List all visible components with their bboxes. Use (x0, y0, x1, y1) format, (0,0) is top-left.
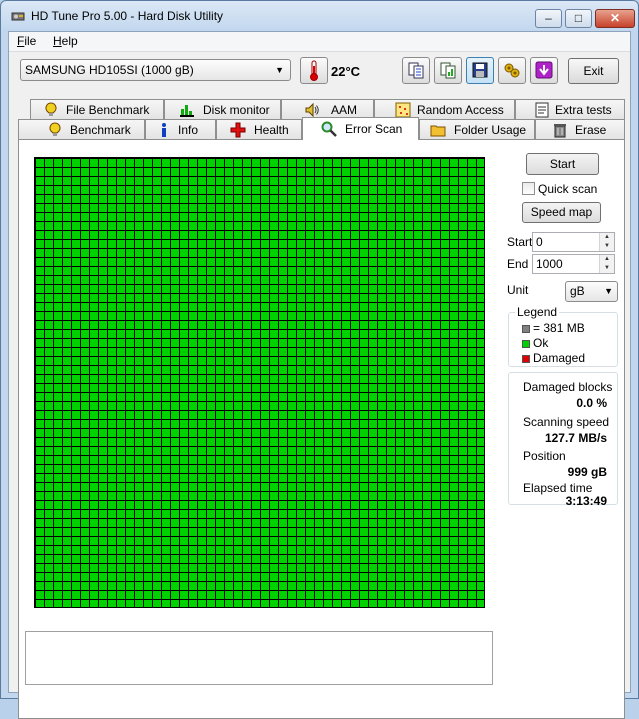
extra-tests-icon (535, 102, 549, 118)
download-button[interactable] (530, 57, 558, 84)
quick-scan-label[interactable]: Quick scan (538, 182, 597, 196)
magnifier-icon (321, 121, 337, 137)
damaged-label: Damaged (533, 351, 586, 365)
spin-up-icon[interactable]: ▲ (599, 255, 614, 264)
start-value: 0 (536, 235, 543, 249)
download-icon (535, 61, 553, 79)
tab-erase[interactable]: Erase (535, 119, 625, 140)
save-icon (472, 62, 488, 78)
toolbar: SAMSUNG HD105SI (1000 gB) ▼ 22°C Exit (9, 53, 630, 93)
title-bar[interactable]: HD Tune Pro 5.00 - Hard Disk Utility – □… (1, 1, 638, 31)
end-spinbox[interactable]: 1000 ▲ ▼ (532, 254, 615, 274)
folder-icon (430, 125, 446, 137)
tab-label: File Benchmark (66, 103, 150, 117)
app-window: HD Tune Pro 5.00 - Hard Disk Utility – □… (0, 0, 639, 719)
tab-label: Random Access (417, 103, 504, 117)
ok-label: Ok (533, 336, 549, 350)
error-scan-panel: Start Quick scan Speed map Start 0 ▲ ▼ E… (18, 139, 625, 719)
damaged-swatch (522, 355, 530, 363)
chevron-down-icon: ▼ (604, 286, 613, 296)
hdtune-app-icon (11, 12, 25, 21)
tab-label: Benchmark (70, 123, 131, 137)
menu-help[interactable]: Help (51, 34, 80, 48)
elapsed-time-value: 3:13:49 (565, 494, 607, 508)
tab-label: Health (254, 123, 289, 137)
start-scan-button[interactable]: Start (526, 153, 599, 175)
tab-label: Extra tests (555, 103, 612, 117)
ok-swatch (522, 340, 530, 348)
menu-bar: File Help (9, 32, 630, 52)
exit-button[interactable]: Exit (568, 58, 619, 84)
window-title: HD Tune Pro 5.00 - Hard Disk Utility (31, 9, 224, 23)
close-button[interactable]: ✕ (595, 9, 635, 28)
scanning-speed-label: Scanning speed (523, 415, 610, 429)
file-benchmark-icon (45, 102, 57, 116)
scan-block-map (34, 157, 485, 608)
tab-label: AAM (331, 103, 358, 117)
position-label: Position (523, 449, 566, 463)
tab-disk-monitor[interactable]: Disk monitor (164, 99, 281, 120)
info-icon (162, 123, 166, 137)
temperature-button[interactable] (300, 57, 328, 84)
tab-label: Erase (575, 123, 607, 137)
health-icon (230, 122, 246, 138)
drive-select-value: SAMSUNG HD105SI (1000 gB) (25, 63, 194, 77)
tab-label: Info (178, 123, 199, 137)
options-icon (504, 63, 520, 78)
scanning-speed-value: 127.7 MB/s (544, 431, 607, 445)
block-size-label: = 381 MB (533, 321, 585, 335)
tab-label: Folder Usage (454, 123, 527, 137)
stats-box: Damaged blocks 0.0 % Scanning speed 127.… (508, 372, 618, 508)
end-field-label: End (507, 257, 529, 271)
unit-select-value: gB (570, 284, 585, 298)
thermometer-icon (310, 60, 318, 81)
save-button[interactable] (466, 57, 494, 84)
options-button[interactable] (498, 57, 526, 84)
copy-screen-icon (440, 62, 456, 79)
unit-label: Unit (507, 283, 529, 297)
spin-down-icon[interactable]: ▼ (599, 242, 614, 251)
benchmark-icon (49, 122, 61, 136)
spin-up-icon[interactable]: ▲ (599, 233, 614, 242)
legend-title: Legend (515, 305, 560, 319)
copy-screen-button[interactable] (434, 57, 462, 84)
random-access-icon (395, 102, 411, 118)
scan-log-box[interactable] (25, 631, 493, 685)
speaker-icon (305, 102, 319, 118)
copy-info-button[interactable] (402, 57, 430, 84)
tab-folder-usage[interactable]: Folder Usage (419, 119, 535, 140)
temperature-readout: 22°C (331, 64, 361, 79)
speed-map-button[interactable]: Speed map (522, 202, 601, 223)
minimize-button[interactable]: – (535, 9, 562, 28)
position-value: 999 gB (567, 465, 607, 479)
start-field-label: Start (507, 235, 533, 249)
tab-label: Error Scan (345, 122, 403, 136)
start-spinbox[interactable]: 0 ▲ ▼ (532, 232, 615, 252)
quick-scan-checkbox[interactable] (522, 182, 535, 195)
unit-select[interactable]: gB ▼ (565, 281, 618, 302)
damaged-blocks-value: 0.0 % (576, 396, 607, 410)
block-size-swatch (522, 325, 530, 333)
tab-file-benchmark[interactable]: File Benchmark (30, 99, 164, 120)
chevron-down-icon: ▼ (275, 65, 284, 75)
copy-info-icon (408, 62, 424, 79)
tab-health[interactable]: Health (216, 119, 302, 140)
tab-error-scan[interactable]: Error Scan (302, 117, 419, 140)
menu-file[interactable]: File (15, 34, 38, 48)
tab-label: Disk monitor (203, 103, 270, 117)
tab-info[interactable]: Info (145, 119, 216, 140)
elapsed-time-label: Elapsed time (523, 481, 593, 495)
disk-monitor-icon (180, 105, 194, 117)
damaged-blocks-label: Damaged blocks (523, 380, 613, 394)
end-value: 1000 (536, 257, 563, 271)
maximize-button[interactable]: □ (565, 9, 592, 28)
trash-icon (554, 124, 566, 138)
tab-extra-tests[interactable]: Extra tests (515, 99, 625, 120)
client-area: File Help SAMSUNG HD105SI (1000 gB) ▼ 22… (8, 31, 631, 719)
drive-select[interactable]: SAMSUNG HD105SI (1000 gB) ▼ (20, 59, 291, 81)
tab-benchmark[interactable]: Benchmark (18, 119, 145, 140)
legend-box: Legend = 381 MB Ok Damaged (508, 305, 618, 367)
spin-down-icon[interactable]: ▼ (599, 264, 614, 273)
